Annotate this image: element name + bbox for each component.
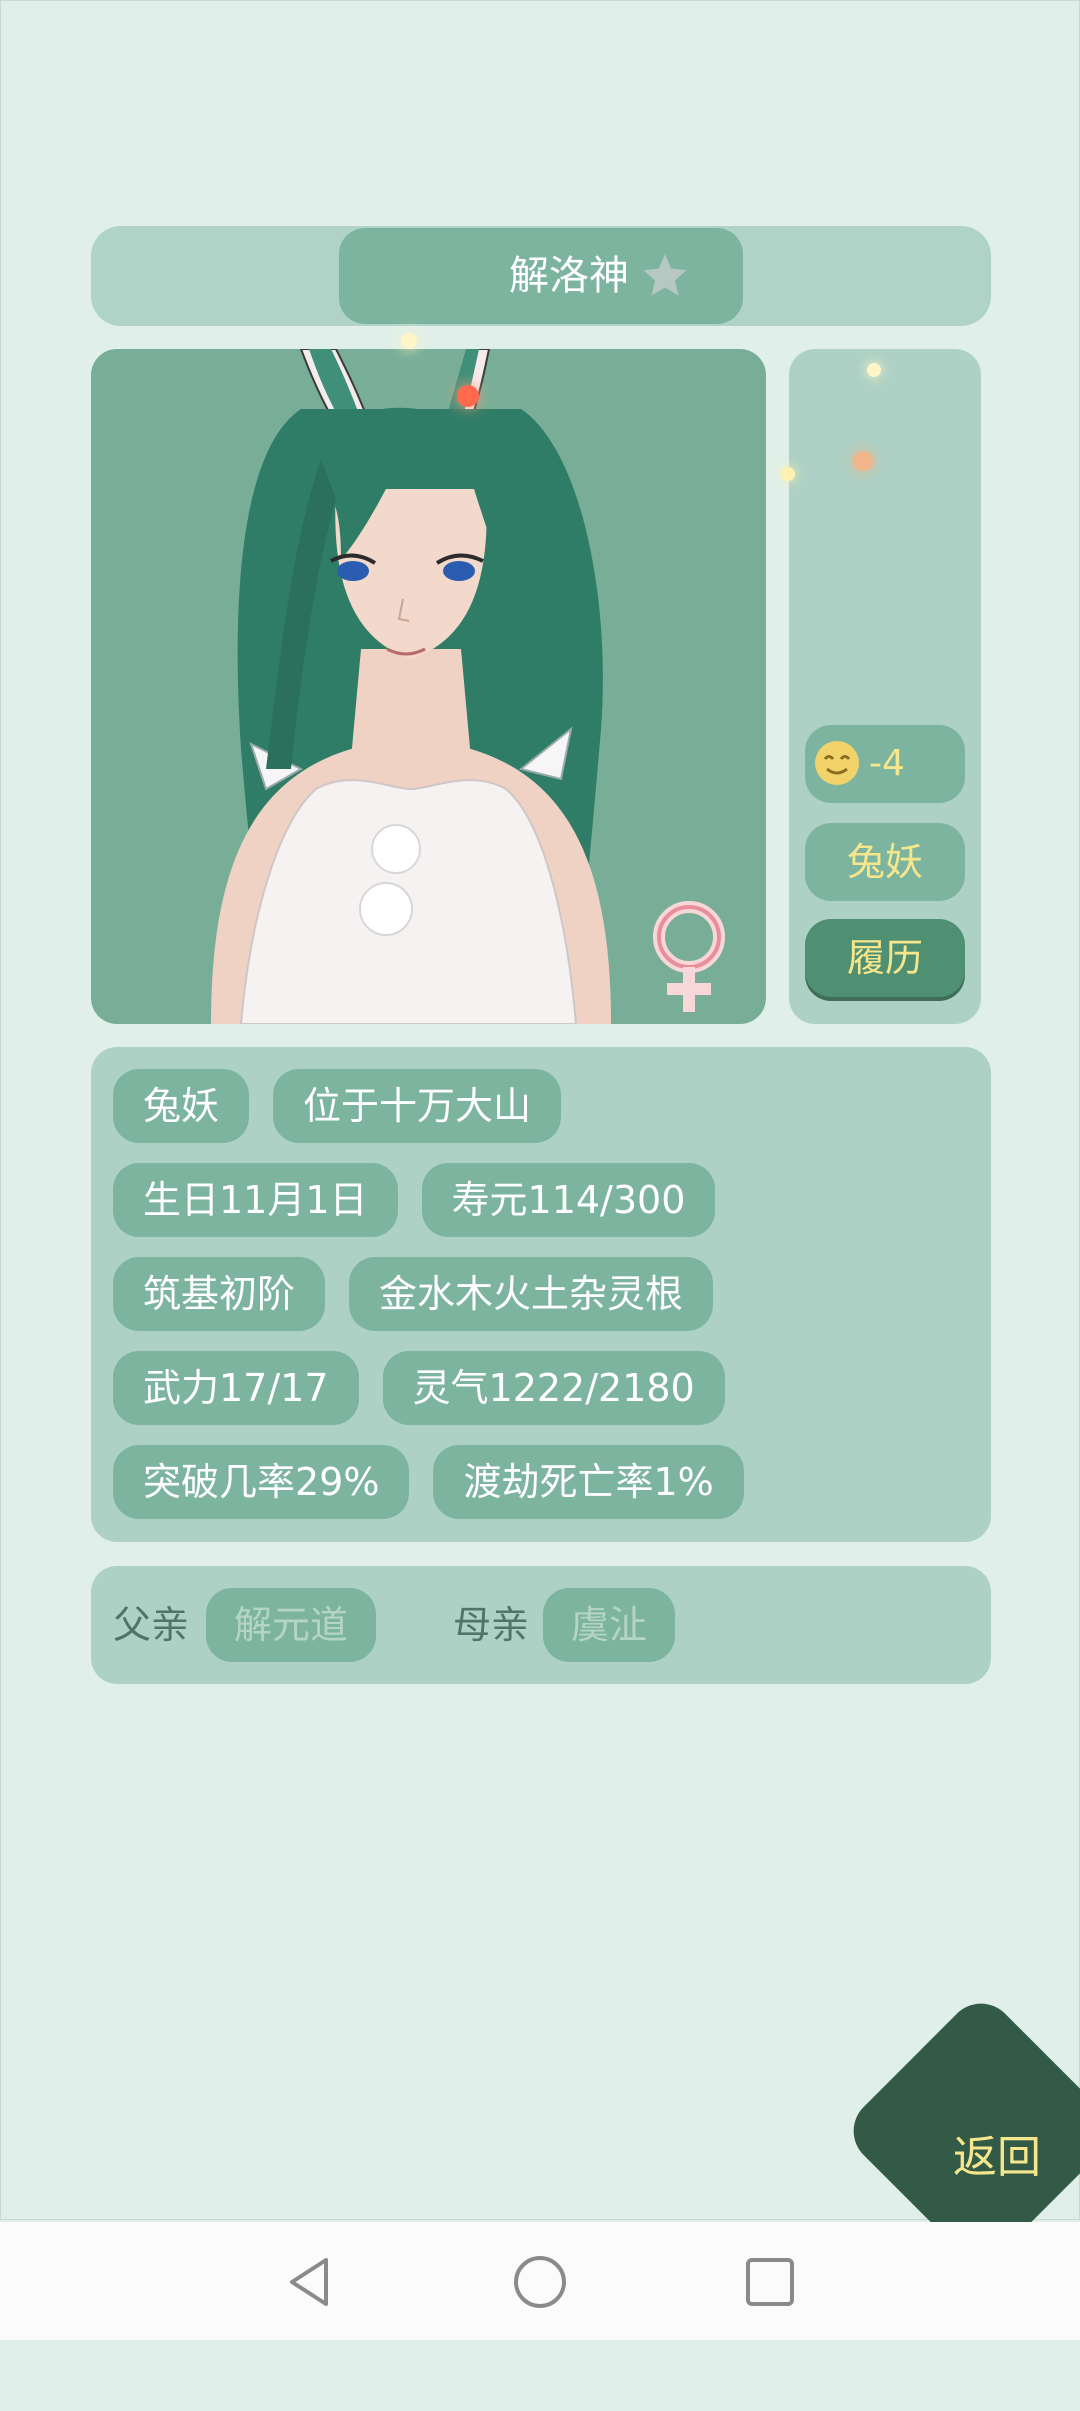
info-tag: 寿元114/300: [421, 1163, 716, 1237]
info-tag: 筑基初阶: [113, 1257, 326, 1331]
father-label: 父亲: [113, 1603, 190, 1647]
female-symbol-icon: [653, 901, 725, 1012]
info-row: 突破几率29% 渡劫死亡率1%: [113, 1445, 744, 1519]
parents-panel: 父亲 解元道 母亲 虞沚: [91, 1566, 991, 1684]
info-tag: 位于十万大山: [273, 1069, 562, 1143]
home-nav-icon[interactable]: [510, 2252, 570, 2312]
mood-value: -4: [869, 743, 905, 784]
info-row: 筑基初阶 金水木火土杂灵根: [113, 1257, 714, 1331]
sparkle: [457, 385, 479, 407]
smile-face-icon: [815, 741, 859, 785]
character-portrait: [91, 349, 766, 1024]
recents-nav-icon[interactable]: [740, 2252, 800, 2312]
info-tag: 突破几率29%: [113, 1445, 410, 1519]
system-nav-bar: [0, 2222, 1080, 2340]
info-tag: 渡劫死亡率1%: [433, 1445, 744, 1519]
info-panel: 兔妖 位于十万大山 生日11月1日 寿元114/300 筑基初阶 金水木火土杂灵…: [91, 1047, 991, 1542]
info-tag: 金水木火土杂灵根: [349, 1257, 714, 1331]
sparkle: [867, 363, 881, 377]
character-name: 解洛神: [509, 253, 629, 299]
return-button[interactable]: 返回: [839, 1989, 1080, 2411]
race-button[interactable]: 兔妖: [805, 823, 965, 901]
info-tag: 兔妖: [113, 1069, 250, 1143]
mood-indicator[interactable]: -4: [805, 725, 965, 803]
sparkle: [781, 467, 795, 481]
mother-label: 母亲: [453, 1603, 530, 1647]
sparkle: [401, 333, 417, 349]
return-label: 返回: [953, 2132, 1041, 2183]
character-detail-screen: 解洛神 -4 兔妖 履历 兔妖 位于十万大山 生日11月1日 寿元114/300…: [0, 0, 1080, 2273]
info-tag: 生日11月1日: [113, 1163, 398, 1237]
name-pill[interactable]: 解洛神: [339, 228, 743, 324]
mother-name-button[interactable]: 虞沚: [543, 1588, 676, 1662]
name-bar: 解洛神: [91, 226, 991, 326]
back-nav-icon[interactable]: [280, 2252, 340, 2312]
info-tag: 武力17/17: [113, 1351, 359, 1425]
info-row: 兔妖 位于十万大山: [113, 1069, 562, 1143]
father-name-button[interactable]: 解元道: [206, 1588, 377, 1662]
star-icon[interactable]: [639, 250, 691, 302]
sparkle: [853, 451, 873, 471]
side-panel: -4 兔妖 履历: [789, 349, 981, 1024]
resume-button[interactable]: 履历: [805, 919, 965, 997]
info-row: 生日11月1日 寿元114/300: [113, 1163, 716, 1237]
info-row: 武力17/17 灵气1222/2180: [113, 1351, 725, 1425]
info-tag: 灵气1222/2180: [382, 1351, 725, 1425]
